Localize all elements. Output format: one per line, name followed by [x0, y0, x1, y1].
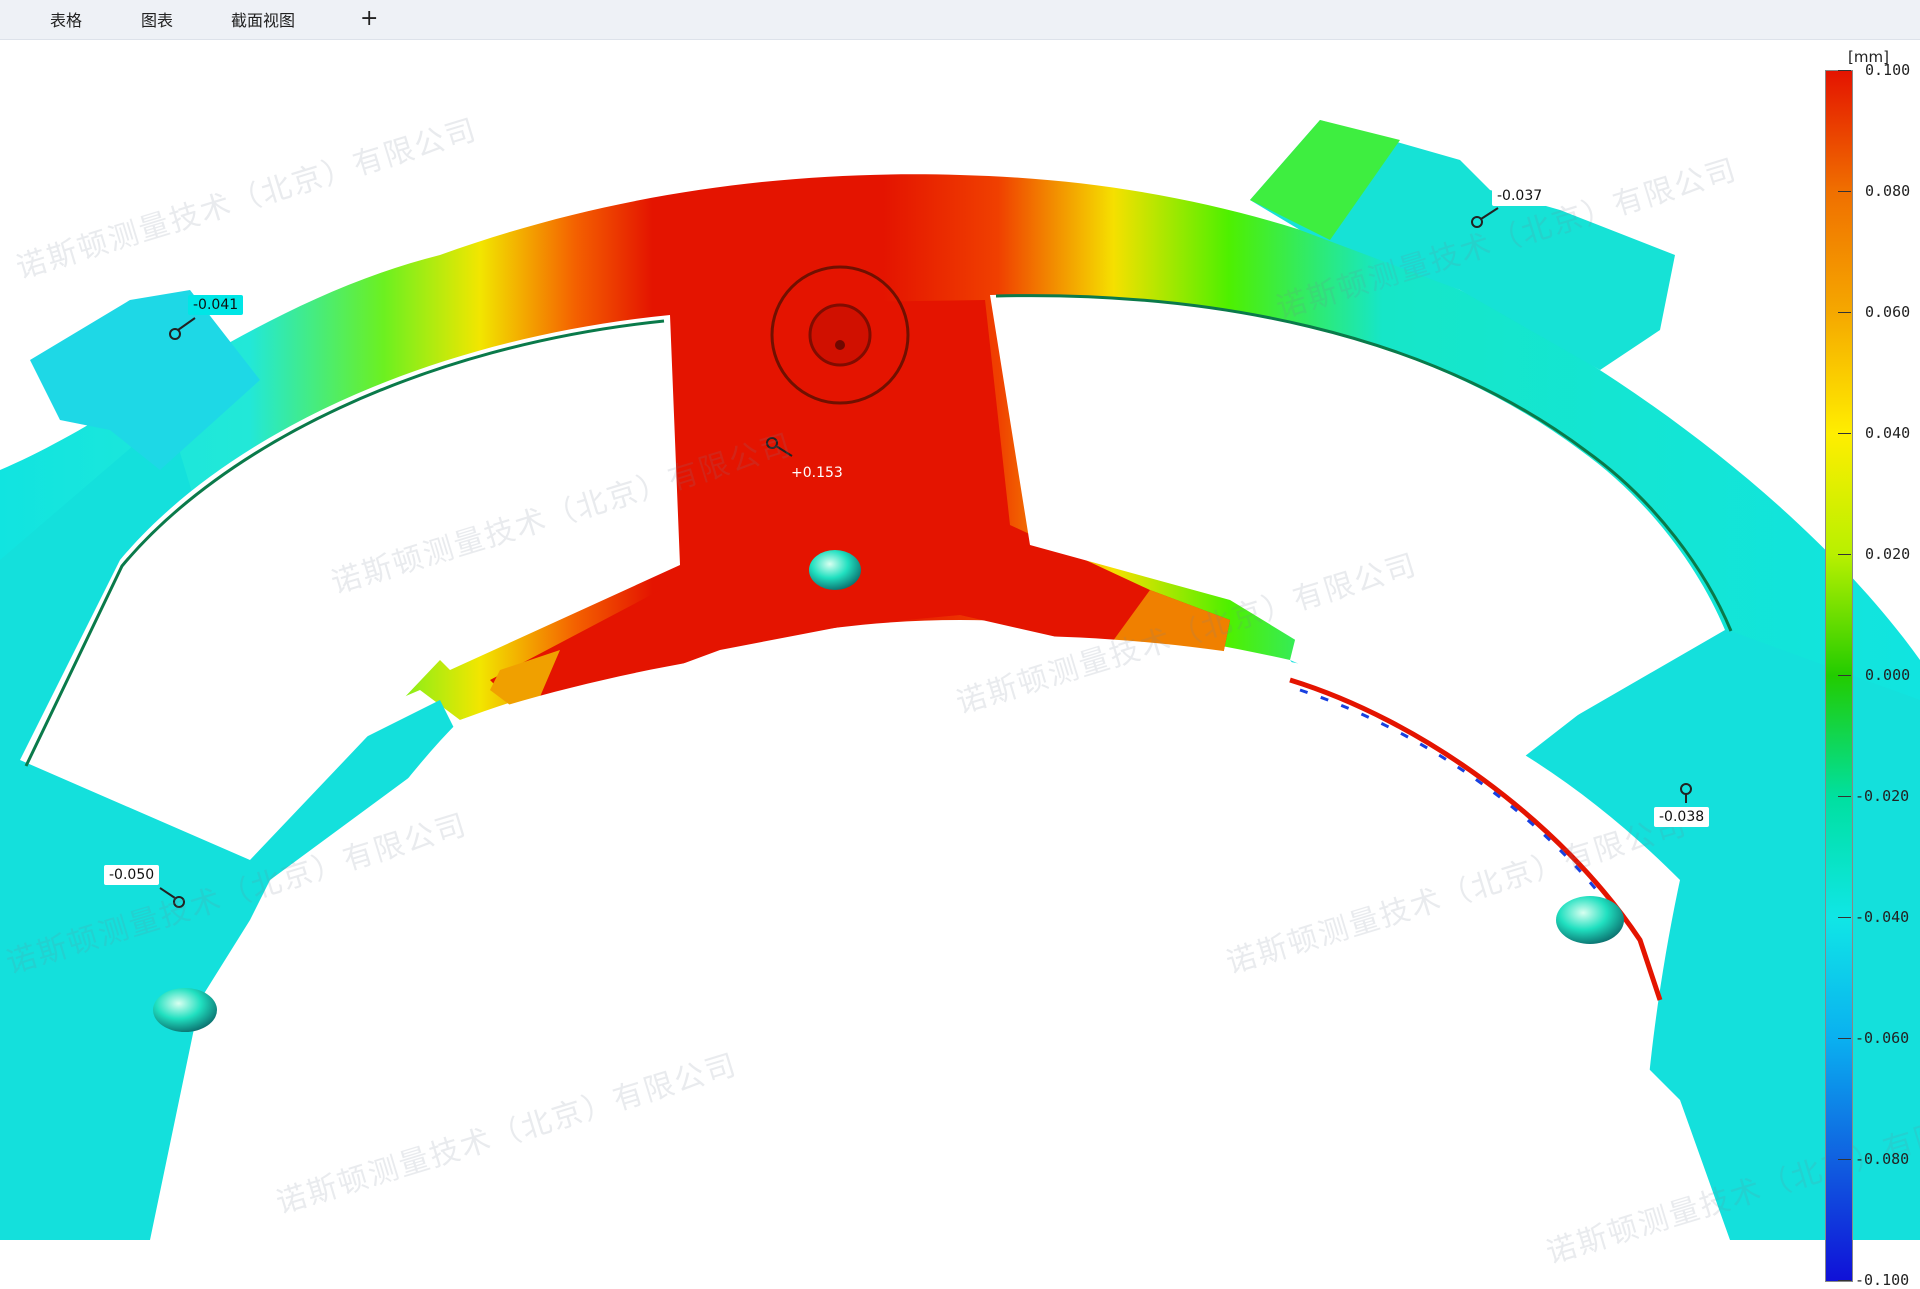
- tab-section-view[interactable]: 截面视图: [231, 0, 295, 40]
- colorbar-tick-label: 0.060: [1865, 303, 1911, 321]
- tab-table[interactable]: 表格: [50, 0, 82, 40]
- deviation-colormap-model: [0, 120, 1920, 1240]
- colorbar-tick: [1838, 312, 1851, 313]
- deviation-callout[interactable]: -0.041: [188, 295, 244, 315]
- screw-bump-right: [1556, 896, 1624, 944]
- deviation-colorbar: [1825, 70, 1853, 1282]
- colorbar-tick: [1838, 70, 1851, 71]
- deviation-callout[interactable]: -0.038: [1654, 807, 1710, 827]
- colorbar-tick-label: 0.080: [1865, 182, 1911, 200]
- colorbar-tick-label: -0.060: [1855, 1029, 1910, 1047]
- colorbar-tick-label: 0.100: [1865, 61, 1911, 79]
- colorbar-tick-label: 0.040: [1865, 424, 1911, 442]
- colorbar-tick-label: -0.100: [1855, 1271, 1910, 1289]
- colorbar-tick-label: -0.020: [1855, 787, 1910, 805]
- screw-bump-left: [153, 988, 217, 1032]
- colorbar-tick-label: 0.000: [1865, 666, 1911, 684]
- colorbar-tick: [1838, 1280, 1851, 1281]
- add-tab-button[interactable]: +: [360, 0, 378, 40]
- colorbar-tick-label: -0.040: [1855, 908, 1910, 926]
- colorbar-tick: [1838, 433, 1851, 434]
- colorbar-tick: [1838, 796, 1851, 797]
- deviation-callout[interactable]: -0.050: [104, 865, 160, 885]
- colorbar-tick-label: -0.080: [1855, 1150, 1910, 1168]
- colorbar-tick: [1838, 917, 1851, 918]
- screw-bump-center: [809, 550, 861, 590]
- view-tab-bar: 表格 图表 截面视图 +: [0, 0, 1920, 40]
- colorbar-tick: [1838, 191, 1851, 192]
- colorbar-tick: [1838, 1159, 1851, 1160]
- colorbar-tick-label: 0.020: [1865, 545, 1911, 563]
- 3d-viewport[interactable]: 诺斯顿测量技术（北京）有限公司 诺斯顿测量技术（北京）有限公司 诺斯顿测量技术（…: [0, 40, 1920, 1289]
- colorbar-tick: [1838, 554, 1851, 555]
- colorbar-tick: [1838, 675, 1851, 676]
- deviation-callout[interactable]: -0.037: [1492, 186, 1548, 206]
- deviation-callout[interactable]: +0.153: [786, 463, 848, 483]
- tab-chart[interactable]: 图表: [141, 0, 173, 40]
- colorbar-tick: [1838, 1038, 1851, 1039]
